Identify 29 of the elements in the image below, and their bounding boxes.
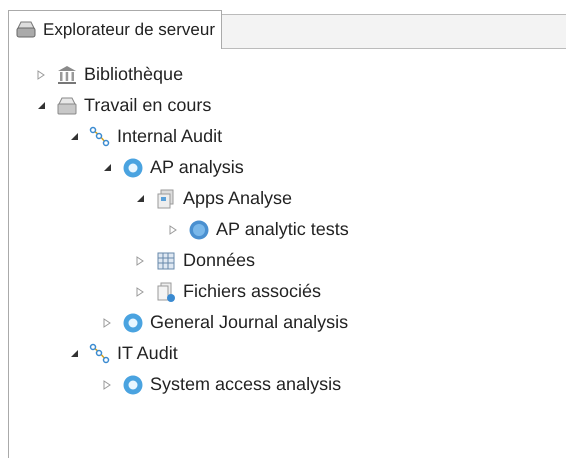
tray-icon (56, 94, 78, 116)
tree-item[interactable]: Internal Audit (117, 123, 222, 150)
tree-item[interactable]: AP analytic tests (216, 216, 349, 243)
tree-item[interactable]: Données (183, 247, 256, 274)
tree-item[interactable]: Apps Analyse (183, 185, 292, 212)
server-explorer-tab[interactable]: Explorateur de serveur (8, 10, 222, 49)
tree-item[interactable]: Travail en cours (84, 92, 212, 119)
expand-arrow-icon[interactable] (35, 68, 47, 80)
tray-icon (15, 20, 37, 40)
disc-icon (188, 218, 210, 240)
file-icon (155, 280, 177, 302)
expand-arrow-icon[interactable] (167, 224, 179, 236)
tree-item[interactable]: Bibliothèque (84, 61, 184, 88)
tree-item[interactable]: AP analysis (150, 154, 244, 181)
linked-nodes-icon (89, 342, 111, 364)
expand-arrow-icon[interactable] (101, 316, 113, 328)
tree-item[interactable]: General Journal analysis (150, 309, 348, 336)
ring-icon (122, 312, 144, 334)
table-icon (155, 250, 177, 272)
expand-arrow-icon[interactable] (101, 378, 113, 390)
tree-item[interactable]: IT Audit (117, 340, 178, 367)
tree-item[interactable]: Fichiers associés (183, 278, 322, 305)
expand-arrow-icon[interactable] (134, 286, 146, 298)
ring-icon (122, 156, 144, 178)
ring-icon (122, 374, 144, 396)
linked-nodes-icon (89, 126, 111, 148)
expand-arrow-icon[interactable] (134, 254, 146, 266)
bank-icon (56, 64, 78, 86)
tree-item[interactable]: System access analysis (150, 371, 342, 398)
